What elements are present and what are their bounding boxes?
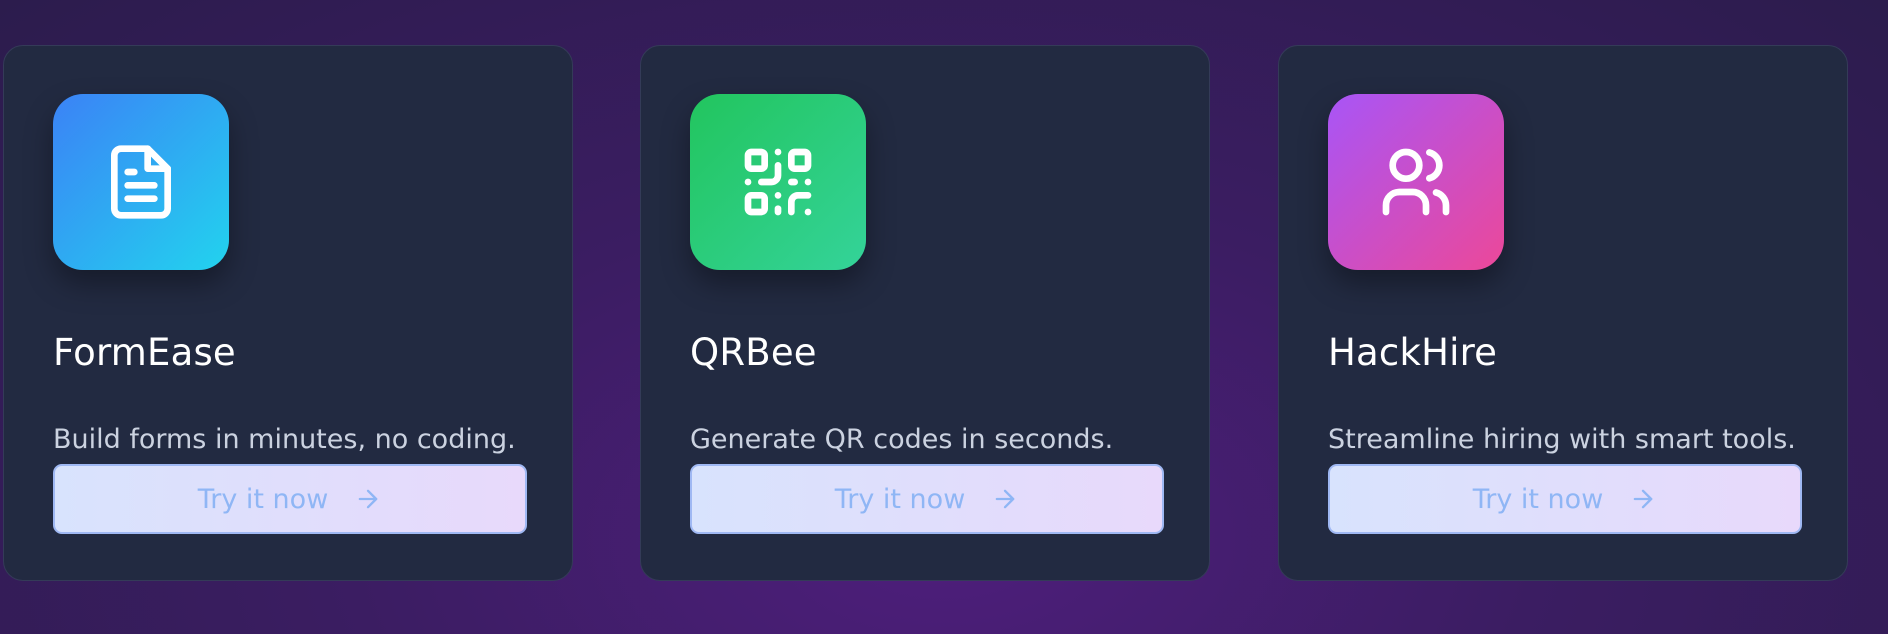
button-label: Try it now	[197, 483, 329, 515]
product-card-hackhire: HackHire Streamline hiring with smart to…	[1278, 45, 1848, 581]
card-description: Streamline hiring with smart tools.	[1328, 424, 1796, 455]
card-description: Generate QR codes in seconds.	[690, 424, 1114, 455]
product-card-formease: FormEase Build forms in minutes, no codi…	[3, 45, 573, 581]
button-label: Try it now	[834, 483, 966, 515]
card-title: FormEase	[53, 331, 236, 374]
button-label: Try it now	[1472, 483, 1604, 515]
product-card-qrbee: QRBee Generate QR codes in seconds. Try …	[640, 45, 1210, 581]
users-icon	[1382, 148, 1450, 216]
formease-icon-tile	[53, 94, 229, 270]
hackhire-icon-tile	[1328, 94, 1504, 270]
arrow-right-icon	[1629, 485, 1657, 513]
try-it-now-button-qrbee[interactable]: Try it now	[690, 464, 1164, 534]
arrow-right-icon	[991, 485, 1019, 513]
try-it-now-button-hackhire[interactable]: Try it now	[1328, 464, 1802, 534]
qrbee-icon-tile	[690, 94, 866, 270]
card-title: HackHire	[1328, 331, 1498, 374]
card-description: Build forms in minutes, no coding.	[53, 424, 516, 455]
card-title: QRBee	[690, 331, 817, 374]
file-text-icon	[111, 145, 172, 219]
qr-code-icon	[744, 148, 812, 216]
try-it-now-button-formease[interactable]: Try it now	[53, 464, 527, 534]
arrow-right-icon	[354, 485, 382, 513]
